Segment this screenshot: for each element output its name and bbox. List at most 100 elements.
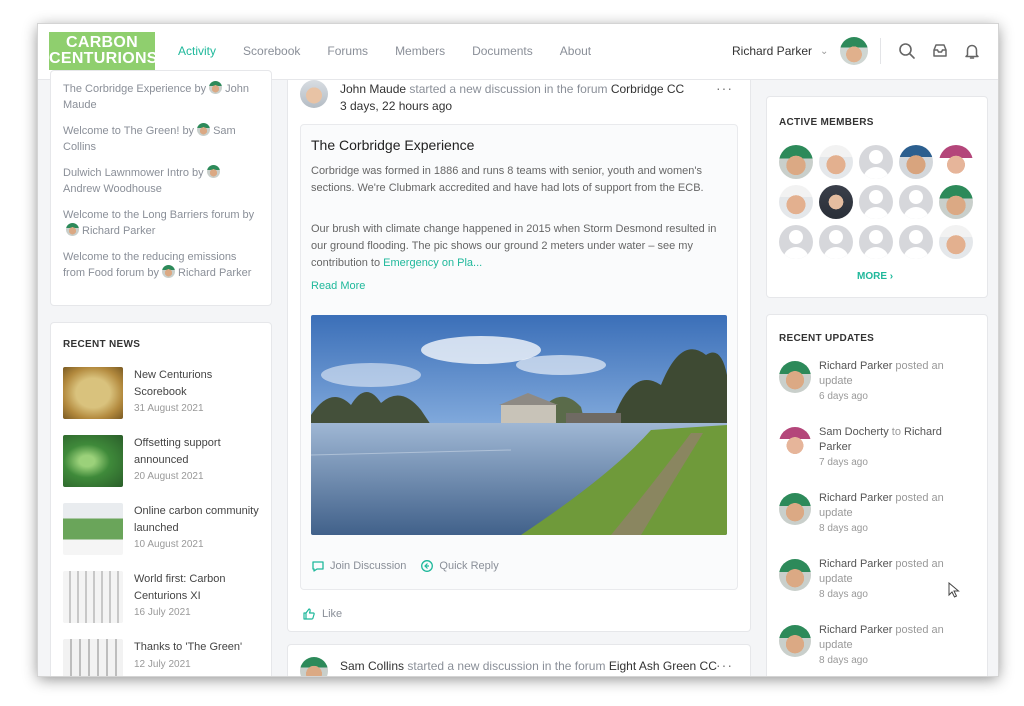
update-item[interactable]: Sam Docherty to Richard Parker 7 days ag… <box>779 425 969 481</box>
avatar[interactable] <box>300 657 328 676</box>
member-avatar-placeholder[interactable] <box>899 225 933 259</box>
avatar <box>779 559 811 591</box>
more-options-icon[interactable]: ··· <box>716 80 733 96</box>
update-item[interactable]: Richard Parker posted an update 8 days a… <box>779 623 969 676</box>
post-author[interactable]: Sam Collins <box>340 659 404 673</box>
avatar <box>779 361 811 393</box>
read-more-link[interactable]: Read More <box>311 280 365 292</box>
post-meta: John Maude started a new discussion in t… <box>340 82 685 96</box>
active-members-title: ACTIVE MEMBERS <box>779 117 874 128</box>
logo-line-1: CARBON <box>65 34 139 51</box>
member-avatar[interactable] <box>899 145 933 179</box>
join-discussion-button[interactable]: Join Discussion <box>330 560 406 572</box>
member-avatar[interactable] <box>819 185 853 219</box>
logo-line-2: CENTURIONS <box>49 50 158 67</box>
recent-discussions-card: The Corbridge Experience by John Maude We… <box>50 70 272 306</box>
user-name: Richard Parker <box>732 44 813 58</box>
news-thumbnail <box>63 435 123 487</box>
avatar <box>779 625 811 657</box>
news-thumbnail <box>63 639 123 676</box>
quick-reply-button[interactable]: Quick Reply <box>439 560 498 572</box>
search-icon[interactable] <box>898 42 916 60</box>
update-item[interactable]: Richard Parker posted an update 8 days a… <box>779 491 969 547</box>
chat-icon <box>312 561 324 572</box>
update-item[interactable]: Richard Parker posted an update 6 days a… <box>779 359 969 415</box>
recent-news-card: RECENT NEWS New Centurions Scorebook 31 … <box>50 322 272 676</box>
post-time: 3 days, 22 hours ago <box>340 99 453 113</box>
site-logo[interactable]: CARBON CENTURIONS <box>49 32 158 70</box>
post-forum-link[interactable]: Corbridge CC <box>611 82 684 96</box>
chevron-right-icon: › <box>889 271 894 282</box>
activity-post: Sam Collins started a new discussion in … <box>287 644 751 676</box>
header-divider <box>880 38 881 64</box>
member-avatar[interactable] <box>939 145 973 179</box>
news-thumbnail <box>63 503 123 555</box>
nav-members[interactable]: Members <box>395 44 445 58</box>
nav-forums[interactable]: Forums <box>327 44 368 58</box>
like-button[interactable]: Like <box>302 607 342 621</box>
recent-news-title: RECENT NEWS <box>63 339 141 350</box>
more-options-icon[interactable]: ··· <box>716 657 733 673</box>
inbox-icon[interactable] <box>931 42 949 60</box>
post-forum-link[interactable]: Eight Ash Green CC <box>609 659 717 673</box>
bell-icon[interactable] <box>963 42 981 60</box>
mouse-cursor-icon <box>948 582 960 598</box>
discussion-item[interactable]: Welcome to the Long Barriers forum byRic… <box>63 207 259 239</box>
nav-scorebook[interactable]: Scorebook <box>243 44 300 58</box>
more-members-link[interactable]: MORE › <box>857 271 893 282</box>
member-avatar[interactable] <box>939 185 973 219</box>
member-avatar-placeholder[interactable] <box>779 225 813 259</box>
main-nav: Activity Scorebook Forums Members Docume… <box>178 44 618 58</box>
avatar <box>779 493 811 525</box>
avatar <box>197 123 211 136</box>
avatar <box>779 427 811 459</box>
member-avatar[interactable] <box>939 225 973 259</box>
active-members-card: ACTIVE MEMBERS MORE › <box>766 96 988 298</box>
reply-icon <box>421 560 434 572</box>
post-paragraph-1: Corbridge was formed in 1886 and runs 8 … <box>311 165 704 194</box>
discussion-item[interactable]: Welcome to the reducing emissions from F… <box>63 249 259 281</box>
chevron-down-icon: ⌄ <box>820 45 829 57</box>
avatar <box>162 265 175 278</box>
member-avatar[interactable] <box>819 145 853 179</box>
browser-frame: CARBON CENTURIONS Activity Scorebook For… <box>38 24 998 676</box>
thumbs-up-icon <box>303 608 315 620</box>
avatar[interactable] <box>300 80 328 108</box>
discussion-preview: The Corbridge Experience Corbridge was f… <box>300 124 738 590</box>
news-thumbnail <box>63 571 123 623</box>
nav-activity[interactable]: Activity <box>178 44 216 58</box>
avatar <box>206 165 220 178</box>
discussion-item[interactable]: The Corbridge Experience by John Maude <box>63 81 259 113</box>
news-item[interactable]: New Centurions Scorebook 31 August 2021 <box>63 367 263 423</box>
member-avatar[interactable] <box>779 145 813 179</box>
news-item[interactable]: Thanks to 'The Green' 12 July 2021 <box>63 639 263 676</box>
recent-updates-title: RECENT UPDATES <box>779 333 875 344</box>
post-author[interactable]: John Maude <box>340 82 406 96</box>
post-meta: Sam Collins started a new discussion in … <box>340 659 717 673</box>
avatar <box>66 223 79 236</box>
news-item[interactable]: World first: Carbon Centurions XI 16 Jul… <box>63 571 263 627</box>
member-avatar[interactable] <box>779 185 813 219</box>
member-avatar-placeholder[interactable] <box>899 185 933 219</box>
news-item[interactable]: Offsetting support announced 20 August 2… <box>63 435 263 491</box>
news-item[interactable]: Online carbon community launched 10 Augu… <box>63 503 263 559</box>
post-actions: Join Discussion Quick Reply <box>311 559 499 573</box>
member-avatar-placeholder[interactable] <box>859 145 893 179</box>
flooded-ground-photo <box>311 315 727 535</box>
post-paragraph-2: Our brush with climate change happened i… <box>311 223 717 269</box>
discussion-item[interactable]: Welcome to The Green! by Sam Collins <box>63 123 259 155</box>
update-item[interactable]: Richard Parker posted an update 8 days a… <box>779 557 969 613</box>
activity-post: John Maude started a new discussion in t… <box>287 80 751 632</box>
nav-about[interactable]: About <box>560 44 591 58</box>
discussion-item[interactable]: Dulwich Lawnmower Intro byAndrew Woodhou… <box>63 165 259 197</box>
user-avatar <box>840 37 869 65</box>
avatar <box>209 81 223 94</box>
member-avatar-placeholder[interactable] <box>819 225 853 259</box>
member-avatar-placeholder[interactable] <box>859 185 893 219</box>
member-avatar-placeholder[interactable] <box>859 225 893 259</box>
user-menu[interactable]: Richard Parker ⌄ <box>732 36 869 66</box>
emergency-link[interactable]: Emergency on Pla... <box>383 257 482 269</box>
post-title[interactable]: The Corbridge Experience <box>311 137 474 153</box>
news-thumbnail <box>63 367 123 419</box>
nav-documents[interactable]: Documents <box>472 44 533 58</box>
